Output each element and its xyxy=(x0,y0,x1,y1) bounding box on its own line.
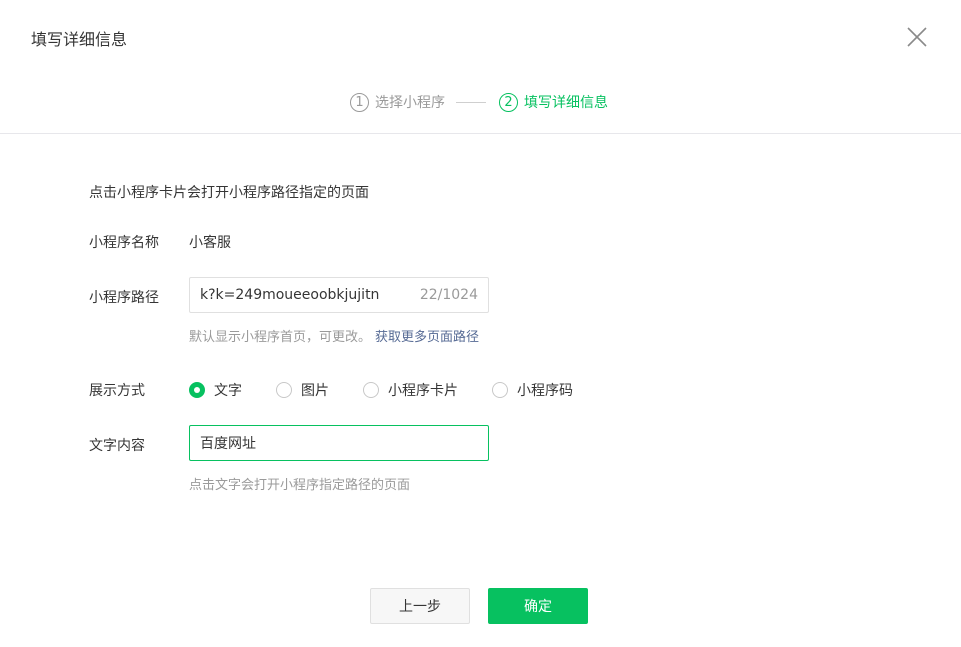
radio-label: 小程序卡片 xyxy=(388,383,458,399)
dialog-title: 填写详细信息 xyxy=(31,30,128,49)
dialog: 填写详细信息 1 选择小程序 2 填写详细信息 点击小程序卡片会打开小程序路径指… xyxy=(0,0,961,647)
confirm-button[interactable]: 确定 xyxy=(488,588,588,624)
path-char-counter: 22/1024 xyxy=(419,287,478,303)
radio-label: 小程序码 xyxy=(517,383,573,399)
more-paths-link[interactable]: 获取更多页面路径 xyxy=(375,330,479,345)
text-content-value: 百度网址 xyxy=(200,436,256,452)
step-label: 填写详细信息 xyxy=(524,95,608,111)
text-content-label: 文字内容 xyxy=(89,438,145,454)
radio-unchecked-icon xyxy=(363,382,379,398)
display-mode-radio-group: 文字 图片 小程序卡片 小程序码 xyxy=(189,380,607,400)
radio-unchecked-icon xyxy=(276,382,292,398)
step-select-miniprogram: 1 选择小程序 xyxy=(350,92,445,112)
miniprogram-name-label: 小程序名称 xyxy=(89,235,159,251)
step-number: 2 xyxy=(499,92,518,112)
miniprogram-path-input[interactable]: k?k=249moueeoobkjujitn 22/1024 xyxy=(189,277,489,313)
close-icon xyxy=(907,27,927,47)
radio-checked-icon xyxy=(189,382,205,398)
step-number: 1 xyxy=(350,92,369,112)
miniprogram-path-label: 小程序路径 xyxy=(89,290,159,306)
radio-unchecked-icon xyxy=(492,382,508,398)
text-content-input[interactable]: 百度网址 xyxy=(189,425,489,461)
miniprogram-name-value: 小客服 xyxy=(189,235,231,251)
step-label: 选择小程序 xyxy=(375,95,445,111)
radio-label: 图片 xyxy=(301,383,329,399)
stepper: 1 选择小程序 2 填写详细信息 xyxy=(350,90,608,114)
step-connector xyxy=(456,101,486,103)
header-divider xyxy=(0,133,961,134)
path-tip: 默认显示小程序首页，可更改。 获取更多页面路径 xyxy=(189,326,479,345)
prev-step-button[interactable]: 上一步 xyxy=(370,588,470,624)
close-button[interactable] xyxy=(904,24,930,50)
radio-miniprogram-card[interactable]: 小程序卡片 xyxy=(363,380,458,400)
path-tip-text: 默认显示小程序首页，可更改。 xyxy=(189,330,372,345)
text-content-tip: 点击文字会打开小程序指定路径的页面 xyxy=(189,478,411,493)
step-fill-details: 2 填写详细信息 xyxy=(499,92,608,112)
intro-text: 点击小程序卡片会打开小程序路径指定的页面 xyxy=(89,185,369,201)
radio-image[interactable]: 图片 xyxy=(276,380,329,400)
radio-text[interactable]: 文字 xyxy=(189,380,242,400)
radio-miniprogram-code[interactable]: 小程序码 xyxy=(492,380,573,400)
display-mode-label: 展示方式 xyxy=(89,383,145,399)
radio-label: 文字 xyxy=(214,383,242,399)
path-input-value: k?k=249moueeoobkjujitn xyxy=(200,287,380,303)
